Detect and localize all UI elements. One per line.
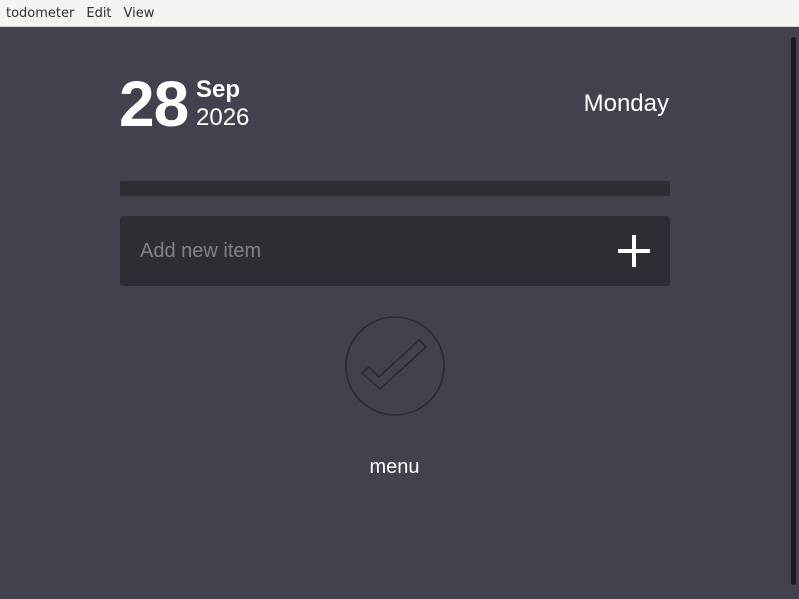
scrollbar-thumb[interactable] (791, 37, 796, 585)
menu-item-view[interactable]: View (118, 0, 161, 27)
date-day: 28 (119, 68, 189, 140)
progress-bar (120, 181, 670, 196)
checkmark-circle-icon (345, 316, 445, 416)
add-item-form (120, 216, 670, 286)
menu-bar: todometer Edit View (0, 0, 799, 27)
menu-item-edit[interactable]: Edit (80, 0, 117, 27)
add-item-button[interactable] (618, 234, 652, 268)
menu-toggle: menu (0, 456, 789, 479)
scrollbar[interactable] (789, 27, 799, 599)
menu-button[interactable]: menu (369, 456, 419, 478)
date-year: 2026 (196, 104, 250, 131)
date-weekday: Monday (583, 90, 669, 117)
menu-item-app[interactable]: todometer (0, 0, 80, 27)
add-item-input[interactable] (120, 216, 600, 286)
date-month: Sep (196, 76, 241, 103)
